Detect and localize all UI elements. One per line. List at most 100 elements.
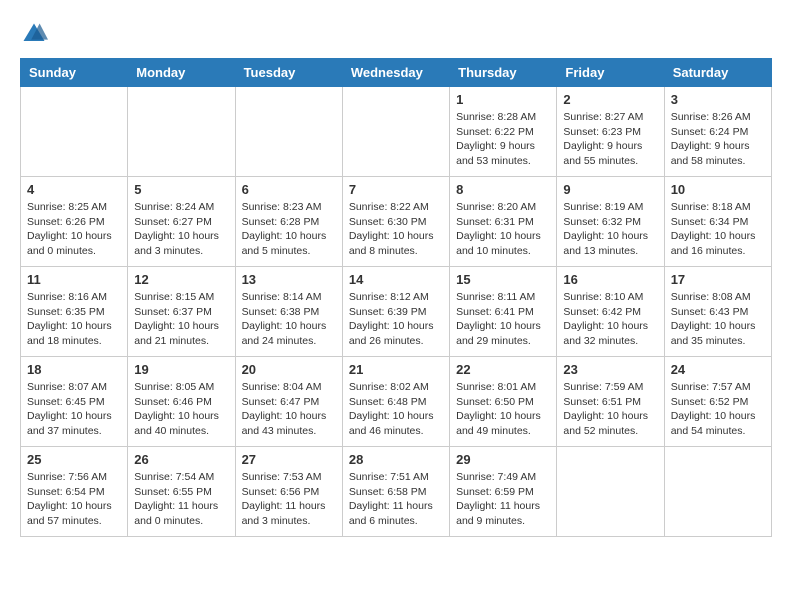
day-cell: 12Sunrise: 8:15 AMSunset: 6:37 PMDayligh… <box>128 267 235 357</box>
day-cell: 4 Sunrise: 8:25 AMSunset: 6:26 PMDaylight… <box>21 177 128 267</box>
day-number: 20 <box>242 362 336 377</box>
day-number: 18 <box>27 362 121 377</box>
day-number: 23 <box>563 362 657 377</box>
day-info: Sunrise: 7:56 AMSunset: 6:54 PMDaylight:… <box>27 470 121 529</box>
day-cell: 24 Sunrise: 7:57 AMSunset: 6:52 PMDayligh… <box>664 357 771 447</box>
week-row-2: 11 Sunrise: 8:16 AMSunset: 6:35 PMDayligh… <box>21 267 772 357</box>
day-number: 27 <box>242 452 336 467</box>
day-number: 29 <box>456 452 550 467</box>
day-number: 2 <box>563 92 657 107</box>
day-info: Sunrise: 8:02 AMSunset: 6:48 PMDaylight:… <box>349 380 443 439</box>
header-saturday: Saturday <box>664 59 771 87</box>
day-cell: 29 Sunrise: 7:49 AMSunset: 6:59 PMDayligh… <box>450 447 557 537</box>
day-info: Sunrise: 8:07 AMSunset: 6:45 PMDaylight:… <box>27 380 121 439</box>
day-number: 4 <box>27 182 121 197</box>
day-cell: 27 Sunrise: 7:53 AMSunset: 6:56 PMDayligh… <box>235 447 342 537</box>
day-number: 7 <box>349 182 443 197</box>
days-header-row: SundayMondayTuesdayWednesdayThursdayFrid… <box>21 59 772 87</box>
day-info: Sunrise: 8:26 AMSunset: 6:24 PMDaylight:… <box>671 110 765 169</box>
day-info: Sunrise: 7:49 AMSunset: 6:59 PMDaylight:… <box>456 470 550 529</box>
day-cell: 17 Sunrise: 8:08 AMSunset: 6:43 PMDayligh… <box>664 267 771 357</box>
week-row-4: 25 Sunrise: 7:56 AMSunset: 6:54 PMDayligh… <box>21 447 772 537</box>
day-number: 17 <box>671 272 765 287</box>
header-friday: Friday <box>557 59 664 87</box>
day-cell <box>21 87 128 177</box>
day-number: 10 <box>671 182 765 197</box>
day-cell: 7 Sunrise: 8:22 AMSunset: 6:30 PMDaylight… <box>342 177 449 267</box>
day-cell: 25 Sunrise: 7:56 AMSunset: 6:54 PMDayligh… <box>21 447 128 537</box>
day-number: 22 <box>456 362 550 377</box>
day-number: 8 <box>456 182 550 197</box>
week-row-1: 4 Sunrise: 8:25 AMSunset: 6:26 PMDaylight… <box>21 177 772 267</box>
day-info: Sunrise: 8:12 AMSunset: 6:39 PMDaylight:… <box>349 290 443 349</box>
day-info: Sunrise: 8:14 AMSunset: 6:38 PMDaylight:… <box>242 290 336 349</box>
day-cell <box>235 87 342 177</box>
day-number: 11 <box>27 272 121 287</box>
day-number: 19 <box>134 362 228 377</box>
day-number: 14 <box>349 272 443 287</box>
day-info: Sunrise: 7:53 AMSunset: 6:56 PMDaylight:… <box>242 470 336 529</box>
day-info: Sunrise: 7:57 AMSunset: 6:52 PMDaylight:… <box>671 380 765 439</box>
day-cell <box>664 447 771 537</box>
day-number: 12 <box>134 272 228 287</box>
day-cell: 18 Sunrise: 8:07 AMSunset: 6:45 PMDayligh… <box>21 357 128 447</box>
day-cell: 3 Sunrise: 8:26 AMSunset: 6:24 PMDaylight… <box>664 87 771 177</box>
day-info: Sunrise: 8:23 AMSunset: 6:28 PMDaylight:… <box>242 200 336 259</box>
day-cell: 9Sunrise: 8:19 AMSunset: 6:32 PMDaylight… <box>557 177 664 267</box>
week-row-3: 18 Sunrise: 8:07 AMSunset: 6:45 PMDayligh… <box>21 357 772 447</box>
day-cell: 10 Sunrise: 8:18 AMSunset: 6:34 PMDayligh… <box>664 177 771 267</box>
day-cell: 20 Sunrise: 8:04 AMSunset: 6:47 PMDayligh… <box>235 357 342 447</box>
day-number: 21 <box>349 362 443 377</box>
day-cell: 15 Sunrise: 8:11 AMSunset: 6:41 PMDayligh… <box>450 267 557 357</box>
day-number: 26 <box>134 452 228 467</box>
day-number: 28 <box>349 452 443 467</box>
day-info: Sunrise: 8:10 AMSunset: 6:42 PMDaylight:… <box>563 290 657 349</box>
day-cell: 28 Sunrise: 7:51 AMSunset: 6:58 PMDayligh… <box>342 447 449 537</box>
day-info: Sunrise: 7:59 AMSunset: 6:51 PMDaylight:… <box>563 380 657 439</box>
day-cell: 2 Sunrise: 8:27 AMSunset: 6:23 PMDaylight… <box>557 87 664 177</box>
day-number: 13 <box>242 272 336 287</box>
day-cell <box>557 447 664 537</box>
day-number: 15 <box>456 272 550 287</box>
day-cell: 22 Sunrise: 8:01 AMSunset: 6:50 PMDayligh… <box>450 357 557 447</box>
day-cell: 14 Sunrise: 8:12 AMSunset: 6:39 PMDayligh… <box>342 267 449 357</box>
header-monday: Monday <box>128 59 235 87</box>
day-info: Sunrise: 8:19 AMSunset: 6:32 PMDaylight:… <box>563 200 657 259</box>
day-info: Sunrise: 8:04 AMSunset: 6:47 PMDaylight:… <box>242 380 336 439</box>
day-info: Sunrise: 8:24 AMSunset: 6:27 PMDaylight:… <box>134 200 228 259</box>
day-info: Sunrise: 8:16 AMSunset: 6:35 PMDaylight:… <box>27 290 121 349</box>
day-cell: 11 Sunrise: 8:16 AMSunset: 6:35 PMDayligh… <box>21 267 128 357</box>
day-info: Sunrise: 8:20 AMSunset: 6:31 PMDaylight:… <box>456 200 550 259</box>
day-number: 5 <box>134 182 228 197</box>
day-number: 16 <box>563 272 657 287</box>
day-number: 24 <box>671 362 765 377</box>
day-info: Sunrise: 8:05 AMSunset: 6:46 PMDaylight:… <box>134 380 228 439</box>
day-info: Sunrise: 8:18 AMSunset: 6:34 PMDaylight:… <box>671 200 765 259</box>
day-info: Sunrise: 7:51 AMSunset: 6:58 PMDaylight:… <box>349 470 443 529</box>
day-info: Sunrise: 8:25 AMSunset: 6:26 PMDaylight:… <box>27 200 121 259</box>
day-cell: 16 Sunrise: 8:10 AMSunset: 6:42 PMDayligh… <box>557 267 664 357</box>
day-info: Sunrise: 8:22 AMSunset: 6:30 PMDaylight:… <box>349 200 443 259</box>
logo <box>20 20 52 48</box>
day-info: Sunrise: 8:28 AMSunset: 6:22 PMDaylight:… <box>456 110 550 169</box>
day-number: 1 <box>456 92 550 107</box>
header-thursday: Thursday <box>450 59 557 87</box>
calendar-table: SundayMondayTuesdayWednesdayThursdayFrid… <box>20 58 772 537</box>
day-number: 25 <box>27 452 121 467</box>
day-info: Sunrise: 8:27 AMSunset: 6:23 PMDaylight:… <box>563 110 657 169</box>
header <box>20 20 772 48</box>
day-info: Sunrise: 7:54 AMSunset: 6:55 PMDaylight:… <box>134 470 228 529</box>
day-cell: 26 Sunrise: 7:54 AMSunset: 6:55 PMDayligh… <box>128 447 235 537</box>
day-info: Sunrise: 8:01 AMSunset: 6:50 PMDaylight:… <box>456 380 550 439</box>
day-info: Sunrise: 8:11 AMSunset: 6:41 PMDaylight:… <box>456 290 550 349</box>
day-cell: 19 Sunrise: 8:05 AMSunset: 6:46 PMDayligh… <box>128 357 235 447</box>
day-cell: 21 Sunrise: 8:02 AMSunset: 6:48 PMDayligh… <box>342 357 449 447</box>
day-cell: 23 Sunrise: 7:59 AMSunset: 6:51 PMDayligh… <box>557 357 664 447</box>
day-cell: 6Sunrise: 8:23 AMSunset: 6:28 PMDaylight… <box>235 177 342 267</box>
day-info: Sunrise: 8:08 AMSunset: 6:43 PMDaylight:… <box>671 290 765 349</box>
day-cell: 1 Sunrise: 8:28 AMSunset: 6:22 PMDaylight… <box>450 87 557 177</box>
header-tuesday: Tuesday <box>235 59 342 87</box>
day-cell: 13 Sunrise: 8:14 AMSunset: 6:38 PMDayligh… <box>235 267 342 357</box>
day-number: 3 <box>671 92 765 107</box>
day-cell: 8 Sunrise: 8:20 AMSunset: 6:31 PMDaylight… <box>450 177 557 267</box>
